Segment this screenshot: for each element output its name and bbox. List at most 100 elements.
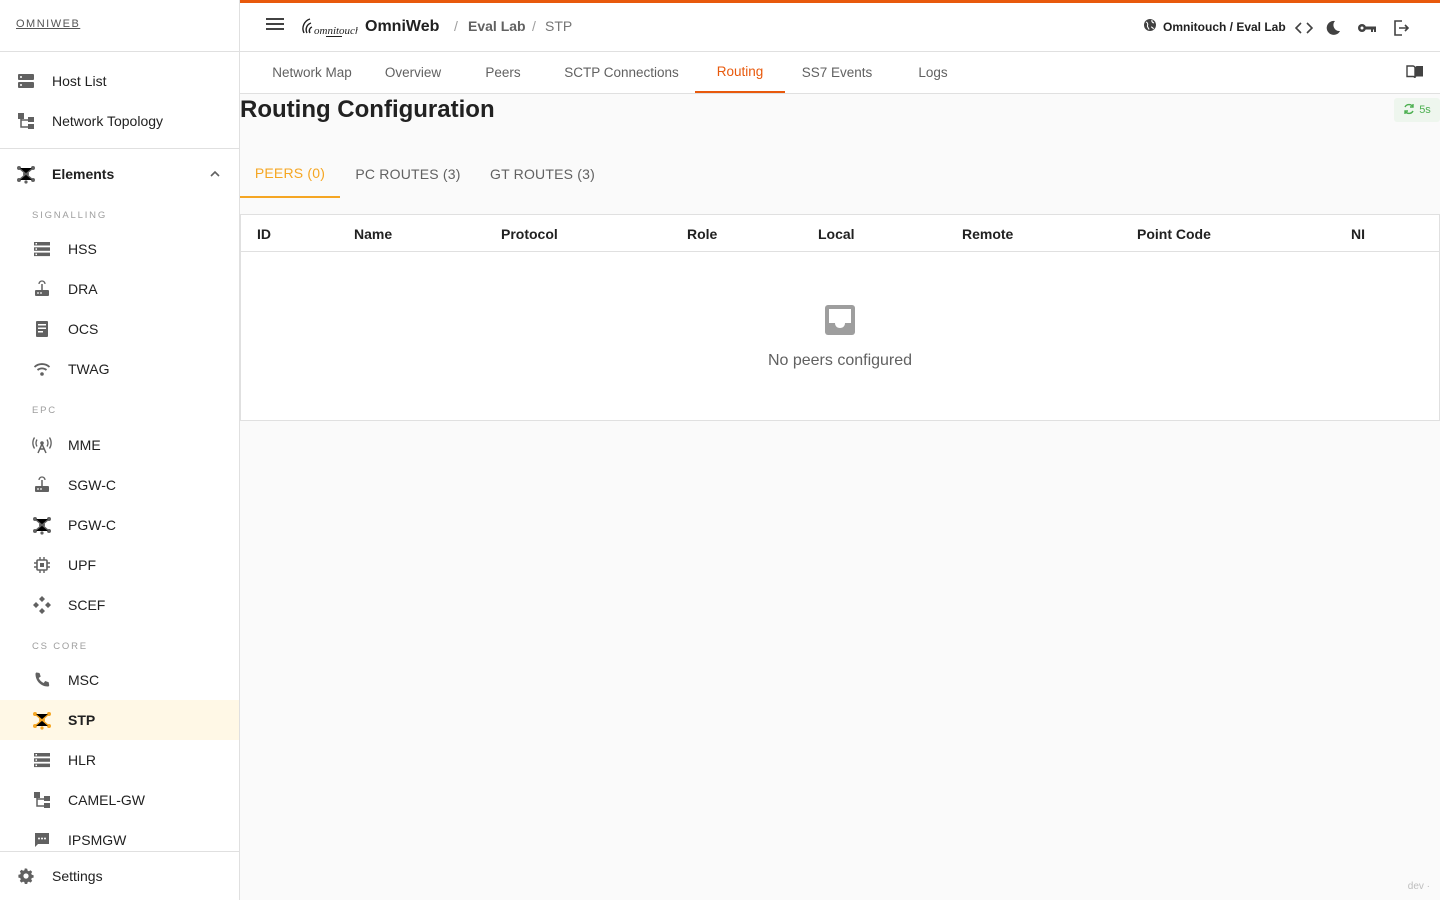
sidebar-item-label: OCS [68,321,99,337]
sidebar-item-label: CAMEL-GW [68,792,145,808]
refresh-interval: 5s [1419,104,1431,116]
table-header: ID Name Protocol Role Local Remote Point… [241,215,1439,252]
sidebar: OMNIWEB Host List Network Topology Eleme… [0,0,240,900]
api-icon [32,595,52,615]
column-header-local[interactable]: Local [818,226,855,242]
hub-icon [32,710,52,730]
phone-icon [32,670,52,690]
sidebar-item-camel-gw[interactable]: CAMEL-GW [0,780,239,820]
sidebar-item-sgw-c[interactable]: SGW-C [0,465,239,505]
column-header-id[interactable]: ID [257,226,271,242]
tab-sctp-connections[interactable]: SCTP Connections [544,52,699,93]
empty-state-message: No peers configured [767,352,913,369]
sidebar-item-mme[interactable]: MME [0,425,239,465]
hub-icon [32,515,52,535]
chevron-up-icon [209,167,221,183]
breadcrumb-separator: / [454,18,458,34]
sidebar-item-label: STP [68,712,96,728]
divider [0,148,239,149]
inbox-icon [823,303,857,342]
divider [0,51,239,52]
section-title-epc: EPC [32,405,57,416]
sidebar-item-network-topology[interactable]: Network Topology [0,101,239,141]
breadcrumb-current: STP [545,18,573,34]
sidebar-item-label: DRA [68,281,98,297]
router-icon [32,279,52,299]
antenna-icon [32,435,52,455]
logout-icon[interactable] [1390,17,1412,39]
auto-refresh-badge[interactable]: 5s [1394,98,1440,122]
tab-network-map[interactable]: Network Map [260,52,364,93]
org-selector[interactable]: Omnitouch / Eval Lab [1143,18,1286,35]
app-title[interactable]: OmniWeb [365,18,439,36]
tab-overview[interactable]: Overview [364,52,462,93]
sidebar-item-hss[interactable]: HSS [0,229,239,269]
sidebar-item-dra[interactable]: DRA [0,269,239,309]
tab-ss7-events[interactable]: SS7 Events [790,52,884,93]
column-header-name[interactable]: Name [354,226,392,242]
sidebar-item-upf[interactable]: UPF [0,545,239,585]
sidebar-item-label: HSS [68,241,97,257]
topology-icon [32,790,52,810]
sidebar-item-ipsmgw[interactable]: IPSMGW [0,820,239,860]
sidebar-item-label: SCEF [68,597,106,613]
sidebar-item-label: Host List [52,73,107,89]
sidebar-item-label: Network Topology [52,113,164,129]
tab-gt-routes[interactable]: GT ROUTES (3) [476,150,609,198]
sidebar-item-label: UPF [68,557,96,573]
globe-icon [1143,18,1157,35]
sidebar-item-host-list[interactable]: Host List [0,61,239,101]
brand-link[interactable]: OMNIWEB [16,18,80,30]
sidebar-item-label: SGW-C [68,477,116,493]
sidebar-item-label: IPSMGW [68,832,127,848]
section-title-cs-core: CS CORE [32,641,88,652]
sidebar-item-ocs[interactable]: OCS [0,309,239,349]
column-header-ni[interactable]: NI [1351,226,1365,242]
omnitouch-logo: omnitouch [300,13,361,46]
docs-icon[interactable] [1406,64,1424,85]
sidebar-group-elements[interactable]: Elements [0,154,239,194]
sidebar-item-label: MME [68,437,101,453]
storage-icon [32,750,52,770]
menu-icon[interactable] [266,17,284,36]
host-list-icon [16,71,36,91]
tab-peers[interactable]: Peers [462,52,544,93]
tab-logs[interactable]: Logs [894,52,972,93]
sidebar-item-stp[interactable]: STP [0,700,239,740]
breadcrumb-separator: / [532,18,536,34]
sidebar-item-hlr[interactable]: HLR [0,740,239,780]
page-title: Routing Configuration [240,96,495,123]
column-header-protocol[interactable]: Protocol [501,226,558,242]
sidebar-item-label: TWAG [68,361,110,377]
sidebar-item-label: MSC [68,672,100,688]
tab-routing[interactable]: Routing [695,52,785,93]
refresh-icon [1403,103,1415,118]
storage-icon [32,239,52,259]
column-header-remote[interactable]: Remote [962,226,1013,242]
breadcrumb-site[interactable]: Eval Lab [468,18,526,34]
wifi-icon [32,359,52,379]
tab-pc-routes[interactable]: PC ROUTES (3) [340,150,476,198]
element-tabs: Network Map Overview Peers SCTP Connecti… [240,52,1440,94]
router-icon [32,475,52,495]
dark-mode-icon[interactable] [1322,17,1344,39]
sidebar-item-label: HLR [68,752,97,768]
sidebar-item-pgw-c[interactable]: PGW-C [0,505,239,545]
svg-text:omnitouch: omnitouch [314,25,358,37]
column-header-role[interactable]: Role [687,226,717,242]
sidebar-item-msc[interactable]: MSC [0,660,239,700]
tab-peers-config[interactable]: PEERS (0) [240,150,340,198]
sidebar-item-label: PGW-C [68,517,116,533]
chip-icon [32,555,52,575]
section-title-signalling: SIGNALLING [32,210,108,221]
divider [0,851,239,852]
sidebar-item-settings[interactable]: Settings [0,856,239,896]
sidebar-item-scef[interactable]: SCEF [0,585,239,625]
column-header-point-code[interactable]: Point Code [1137,226,1211,242]
billing-icon [32,319,52,339]
sidebar-item-twag[interactable]: TWAG [0,349,239,389]
sidebar-group-label: Elements [52,166,115,182]
environment-label: dev · [1407,881,1430,892]
code-icon[interactable] [1293,17,1315,39]
key-icon[interactable] [1356,17,1378,39]
